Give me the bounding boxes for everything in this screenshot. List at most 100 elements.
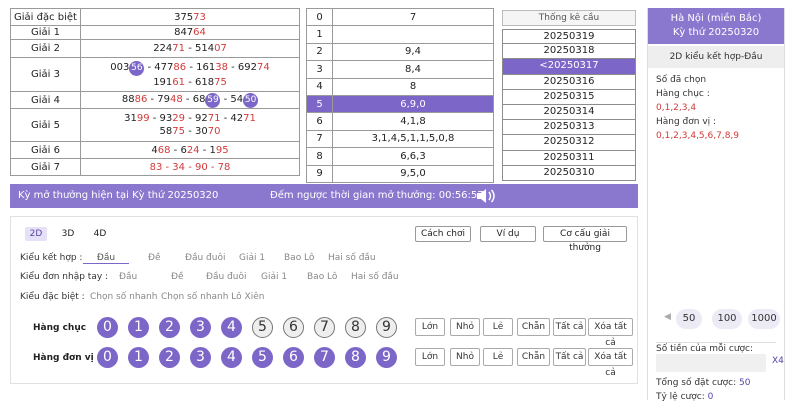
stats-date-item[interactable]: 20250318: [502, 44, 636, 60]
stats-date-item[interactable]: 20250316: [502, 74, 636, 90]
number-ball-8[interactable]: 8: [345, 317, 366, 338]
prize-digit-segment: 58: [159, 126, 173, 137]
chip-prev-icon[interactable]: ◀: [664, 312, 671, 322]
combo-option-head[interactable]: Đầu: [83, 253, 129, 264]
number-ball-9[interactable]: 9: [376, 317, 397, 338]
number-ball-5[interactable]: 5: [252, 317, 273, 338]
chip-1000[interactable]: 1000: [748, 309, 780, 329]
tens-row-label: Hàng chục: [33, 323, 87, 333]
quick-select-button[interactable]: Lẻ: [483, 318, 513, 336]
number-ball-9[interactable]: 9: [376, 347, 397, 368]
quick-select-button[interactable]: Nhỏ: [450, 348, 480, 366]
combo-option-de[interactable]: Đề: [148, 253, 161, 263]
prize-digit-segment: - 30: [185, 126, 208, 137]
number-ball-1[interactable]: 1: [128, 347, 149, 368]
manual-option-de[interactable]: Đề: [171, 272, 184, 282]
region-label: Hà Nội (miền Bắc): [670, 13, 762, 24]
number-ball-2[interactable]: 2: [159, 347, 180, 368]
stats-date-item[interactable]: 20250315: [502, 89, 636, 105]
tens-picked-label: Hàng chục :: [656, 89, 710, 99]
quick-select-button[interactable]: Lẻ: [483, 348, 513, 366]
quick-select-button[interactable]: Xóa tất cả: [588, 318, 633, 348]
prize-numbers: 84764: [80, 25, 300, 40]
stats-date-item[interactable]: 20250314: [502, 104, 636, 121]
quick-select-button[interactable]: Xóa tất cả: [588, 348, 633, 378]
loto-tails: 6,6,3: [332, 147, 494, 166]
quick-select-button[interactable]: Nhỏ: [450, 318, 480, 336]
prize-line: 3199 - 9329 - 9271 - 4271: [83, 112, 297, 125]
stats-date-item[interactable]: 20250319: [502, 29, 636, 45]
manual-option-bao-lo[interactable]: Bao Lô: [307, 272, 337, 282]
amount-input[interactable]: [656, 354, 766, 372]
special-option-quick[interactable]: Chọn số nhanh: [90, 292, 157, 302]
how-to-play-button[interactable]: Cách chơi: [415, 226, 471, 242]
example-button[interactable]: Ví dụ: [480, 226, 536, 242]
stats-date-item[interactable]: 20250313: [502, 120, 636, 136]
manual-option-head[interactable]: Đầu: [119, 272, 137, 282]
prize-digit-segment: 83 - 34 - 90 - 78: [149, 161, 231, 173]
quick-select-button[interactable]: Chẵn: [517, 348, 550, 366]
prize-line: 22471 - 51407: [83, 42, 297, 55]
number-ball-5[interactable]: 5: [252, 347, 273, 368]
combo-option-two-head[interactable]: Hai số đầu: [328, 253, 376, 263]
combo-option-prize1[interactable]: Giải 1: [239, 253, 265, 263]
loto-tails: 4,1,8: [332, 112, 494, 131]
combo-option-bao-lo[interactable]: Bao Lô: [284, 253, 314, 263]
prize-line: 5875 - 3070: [83, 125, 297, 138]
manual-option-head-tail[interactable]: Đầu đuôi: [206, 272, 246, 282]
number-ball-4[interactable]: 4: [221, 347, 242, 368]
stats-date-item[interactable]: 20250312: [502, 135, 636, 151]
number-ball-2[interactable]: 2: [159, 317, 180, 338]
loto-row: 48: [306, 77, 494, 96]
number-ball-7[interactable]: 7: [314, 317, 335, 338]
loto-head: 8: [306, 147, 333, 166]
prize-name: Giải 7: [10, 158, 81, 176]
chip-100[interactable]: 100: [712, 309, 742, 329]
loto-head: 2: [306, 42, 333, 62]
prize-name: Giải 1: [10, 25, 81, 40]
prize-digit-segment: 95: [215, 144, 229, 156]
quick-select-button[interactable]: Lớn: [415, 318, 445, 336]
number-ball-7[interactable]: 7: [314, 347, 335, 368]
quick-select-button[interactable]: Tất cả: [553, 318, 586, 336]
total-bet-line: Tổng số đặt cược: 50: [656, 378, 750, 388]
prize-name: Giải đặc biệt: [10, 8, 81, 26]
prize-line: 84764: [83, 26, 297, 39]
number-ball-6[interactable]: 6: [283, 317, 304, 338]
manual-option-prize1[interactable]: Giải 1: [261, 272, 287, 282]
tab-2d[interactable]: 2D: [25, 227, 47, 241]
prize-numbers: 468 - 624 - 195: [80, 141, 300, 159]
number-ball-0[interactable]: 0: [97, 347, 118, 368]
prize-line: 83 - 34 - 90 - 78: [83, 161, 297, 174]
number-ball-6[interactable]: 6: [283, 347, 304, 368]
number-ball-0[interactable]: 0: [97, 317, 118, 338]
number-ball-4[interactable]: 4: [221, 317, 242, 338]
quick-select-button[interactable]: Chẵn: [517, 318, 550, 336]
speaker-icon[interactable]: [475, 187, 497, 208]
tab-3d[interactable]: 3D: [57, 227, 79, 241]
stats-date-item[interactable]: <20250317: [502, 59, 636, 75]
prize-structure-button[interactable]: Cơ cấu giải thưởng: [543, 226, 627, 253]
quick-select-button[interactable]: Tất cả: [553, 348, 586, 366]
special-option-quick-xien[interactable]: Chọn số nhanh Lô Xiên: [161, 292, 264, 302]
quick-select-button[interactable]: Lớn: [415, 348, 445, 366]
combo-option-head-tail[interactable]: Đầu đuôi: [185, 253, 225, 263]
hit-number-ball: 50: [243, 92, 259, 108]
number-ball-3[interactable]: 3: [190, 317, 211, 338]
manual-option-two-head[interactable]: Hai số đầu: [351, 272, 399, 282]
stats-header[interactable]: Thống kê cầu: [502, 10, 636, 26]
sidebar-divider: [656, 342, 776, 343]
stats-date-item[interactable]: 20250311: [502, 150, 636, 166]
chip-50[interactable]: 50: [676, 309, 702, 329]
prize-row: Giải 3 003 56 - 47786 - 16138 - 69274 19161…: [10, 57, 300, 92]
total-bet-label: Tổng số đặt cược:: [656, 378, 737, 388]
prize-line: 19161 - 61875: [83, 76, 297, 89]
number-ball-1[interactable]: 1: [128, 317, 149, 338]
loto-row: 2 9,4: [306, 42, 494, 62]
prize-digit-segment: - 514: [185, 43, 215, 54]
prize-digit-segment: - 618: [185, 76, 215, 88]
number-ball-8[interactable]: 8: [345, 347, 366, 368]
number-ball-3[interactable]: 3: [190, 347, 211, 368]
tab-4d[interactable]: 4D: [89, 227, 111, 241]
stats-date-item[interactable]: 20250310: [502, 165, 636, 181]
